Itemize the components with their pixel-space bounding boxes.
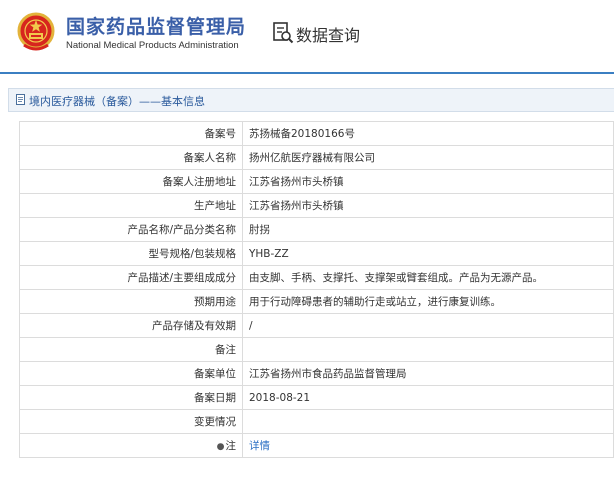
header-divider [0, 72, 614, 74]
agency-name-en: National Medical Products Administration [66, 40, 239, 51]
field-value-registrant-address: 江苏省扬州市头桥镇 [242, 169, 614, 194]
table-row: 备案号 苏扬械备20180166号 [19, 121, 614, 146]
page-title: 数据查询 [296, 26, 361, 45]
field-label-product-name: 产品名称/产品分类名称 [19, 217, 243, 242]
field-label-intended-use: 预期用途 [19, 289, 243, 314]
field-value-product-description: 由支脚、手柄、支撑托、支撑架或臂套组成。产品为无源产品。 [242, 265, 614, 290]
field-label-registrant-address: 备案人注册地址 [19, 169, 243, 194]
field-value-remarks [242, 337, 614, 362]
breadcrumb: 境内医疗器械（备案）——基本信息 [8, 88, 614, 112]
table-row: 备案日期 2018-08-21 [19, 385, 614, 410]
field-value-note: 详情 [242, 433, 614, 458]
table-row: ●注 详情 [19, 433, 614, 458]
table-row: 备案人注册地址 江苏省扬州市头桥镇 [19, 169, 614, 194]
site-header: 国家药品监督管理局 National Medical Products Admi… [0, 0, 614, 70]
field-label-filing-date: 备案日期 [19, 385, 243, 410]
field-value-product-name: 肘拐 [242, 217, 614, 242]
table-row: 生产地址 江苏省扬州市头桥镇 [19, 193, 614, 218]
table-row: 预期用途 用于行动障碍患者的辅助行走或站立，进行康复训练。 [19, 289, 614, 314]
breadcrumb-text: 境内医疗器械（备案）——基本信息 [29, 95, 205, 108]
field-label-note: ●注 [19, 433, 243, 458]
field-label-filing-unit: 备案单位 [19, 361, 243, 386]
field-value-storage-validity: / [242, 313, 614, 338]
field-label-registrant-name: 备案人名称 [19, 145, 243, 170]
document-icon [16, 94, 25, 105]
table-row: 变更情况 [19, 409, 614, 434]
field-label-production-address: 生产地址 [19, 193, 243, 218]
field-label-remarks: 备注 [19, 337, 243, 362]
field-value-registrant-name: 扬州亿航医疗器械有限公司 [242, 145, 614, 170]
pin-icon: ● [216, 442, 225, 452]
table-row: 产品存储及有效期 / [19, 313, 614, 338]
field-label-change-status: 变更情况 [19, 409, 243, 434]
table-row: 型号规格/包装规格 YHB-ZZ [19, 241, 614, 266]
field-value-model-spec: YHB-ZZ [242, 241, 614, 266]
national-emblem-icon [17, 12, 55, 51]
field-label-model-spec: 型号规格/包装规格 [19, 241, 243, 266]
document-search-icon [273, 22, 294, 44]
table-row: 备案人名称 扬州亿航医疗器械有限公司 [19, 145, 614, 170]
field-value-filing-date: 2018-08-21 [242, 385, 614, 410]
agency-name-cn: 国家药品监督管理局 [66, 16, 247, 38]
field-value-production-address: 江苏省扬州市头桥镇 [242, 193, 614, 218]
record-detail-table: 备案号 苏扬械备20180166号 备案人名称 扬州亿航医疗器械有限公司 备案人… [19, 121, 614, 458]
field-value-filing-unit: 江苏省扬州市食品药品监督管理局 [242, 361, 614, 386]
table-row: 产品描述/主要组成成分 由支脚、手柄、支撑托、支撑架或臂套组成。产品为无源产品。 [19, 265, 614, 290]
table-row: 备注 [19, 337, 614, 362]
field-value-intended-use: 用于行动障碍患者的辅助行走或站立，进行康复训练。 [242, 289, 614, 314]
field-label-product-description: 产品描述/主要组成成分 [19, 265, 243, 290]
note-label: 注 [225, 440, 237, 452]
table-row: 产品名称/产品分类名称 肘拐 [19, 217, 614, 242]
field-label-storage-validity: 产品存储及有效期 [19, 313, 243, 338]
field-value-record-number: 苏扬械备20180166号 [242, 121, 614, 146]
field-value-change-status [242, 409, 614, 434]
field-label-record-number: 备案号 [19, 121, 243, 146]
details-link[interactable]: 详情 [249, 440, 270, 452]
table-row: 备案单位 江苏省扬州市食品药品监督管理局 [19, 361, 614, 386]
